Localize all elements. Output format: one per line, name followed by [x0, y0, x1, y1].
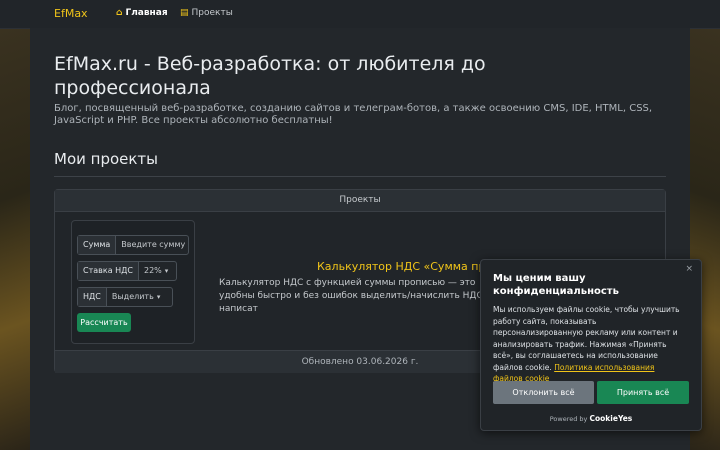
- accept-all-button[interactable]: Принять всё: [597, 381, 689, 404]
- reject-all-button[interactable]: Отклонить всё: [493, 381, 594, 404]
- rate-select-value: 22%: [144, 266, 162, 275]
- sum-input[interactable]: Введите сумму: [116, 236, 190, 254]
- rate-select[interactable]: 22% ▾: [139, 262, 173, 280]
- project-description: Калькулятор НДС с функцией суммы пропись…: [219, 278, 492, 314]
- page-subtitle: Блог, посвященный веб-разработке, создан…: [54, 103, 653, 126]
- project-title[interactable]: Калькулятор НДС «Сумма проп: [317, 260, 499, 273]
- sum-label: Сумма: [78, 236, 117, 254]
- chevron-down-icon: ▾: [156, 293, 161, 301]
- chevron-down-icon: ▾: [164, 267, 169, 275]
- home-icon: ⌂: [116, 8, 123, 18]
- sum-input-group: Сумма Введите сумму: [77, 235, 189, 255]
- brand-logo[interactable]: EfMax: [54, 7, 88, 20]
- nav-item-projects-label: Проекты: [191, 8, 233, 18]
- page-title: EfMax.ru - Веб-разработка: от любителя д…: [54, 53, 486, 99]
- cookie-consent-banner: × Мы ценим вашу конфиденциальность Мы ис…: [480, 259, 702, 431]
- background-decoration-left: [0, 28, 30, 450]
- nav-item-home-label: Главная: [125, 8, 168, 18]
- vat-label: НДС: [78, 288, 107, 306]
- cookie-powered-by: Powered by CookieYes: [481, 414, 701, 423]
- vat-select[interactable]: Выделить ▾: [107, 288, 165, 306]
- vat-select-value: Выделить: [111, 292, 154, 301]
- cookieyes-logo[interactable]: CookieYes: [590, 414, 633, 423]
- cookie-text: Мы используем файлы cookie, чтобы улучши…: [493, 304, 685, 385]
- card-header: Проекты: [55, 190, 665, 212]
- cookie-title: Мы ценим вашу конфиденциальность: [493, 273, 619, 297]
- powered-by-label: Powered by: [549, 415, 588, 423]
- navbar: EfMax ⌂ Главная ▤ Проекты: [0, 0, 720, 29]
- calculate-button[interactable]: Рассчитать: [77, 313, 131, 332]
- nav-item-home[interactable]: ⌂ Главная: [116, 8, 168, 18]
- nav-item-projects[interactable]: ▤ Проекты: [180, 8, 233, 18]
- section-divider: [54, 176, 666, 177]
- rate-label: Ставка НДС: [78, 262, 139, 280]
- close-icon[interactable]: ×: [685, 264, 693, 274]
- projects-icon: ▤: [180, 8, 189, 18]
- vat-input-group: НДС Выделить ▾: [77, 287, 173, 307]
- vat-calculator: Сумма Введите сумму Ставка НДС 22% ▾ НДС Выд…: [71, 220, 195, 344]
- section-title: Мои проекты: [54, 150, 159, 168]
- rate-input-group: Ставка НДС 22% ▾: [77, 261, 177, 281]
